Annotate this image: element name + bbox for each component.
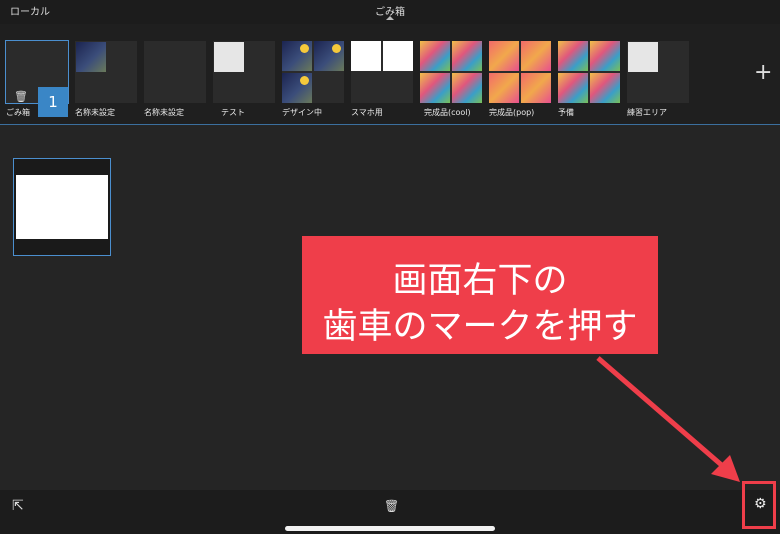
settings-button[interactable]: ⚙ xyxy=(742,481,776,529)
gear-icon[interactable]: ⚙ xyxy=(754,496,767,512)
arrow-icon xyxy=(596,356,740,482)
home-indicator xyxy=(285,526,495,531)
trash-icon[interactable]: 🗑 xyxy=(384,499,399,513)
export-icon[interactable]: ⇱ xyxy=(12,498,24,514)
